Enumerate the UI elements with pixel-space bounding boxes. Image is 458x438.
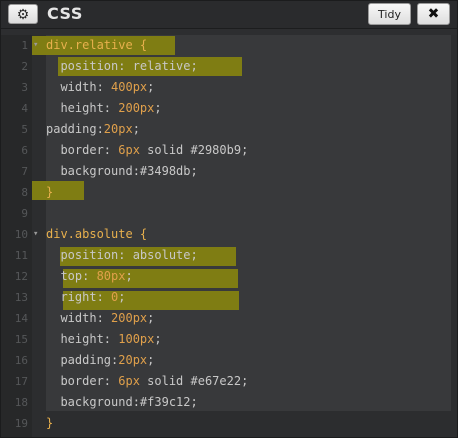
line-number: 15 <box>14 333 28 346</box>
code-text: border: 6px solid #e67e22; <box>46 374 249 388</box>
line-number: 7 <box>21 165 28 178</box>
code-text: width: 400px; <box>46 80 155 94</box>
code-text: } <box>46 416 54 430</box>
code-text: div.relative { <box>46 38 148 52</box>
code-line: 15 height: 100px; <box>1 329 457 350</box>
code-text: height: 200px; <box>46 101 162 115</box>
code-line: 11 position: absolute; <box>1 245 457 266</box>
code-text: width: 200px; <box>46 311 155 325</box>
gear-icon: ⚙ <box>16 6 30 22</box>
line-number: 4 <box>21 102 28 115</box>
code-line: 10 ▾ div.absolute { <box>1 224 457 245</box>
line-number: 14 <box>14 312 28 325</box>
code-text: top: 80px; <box>46 269 133 283</box>
code-editor[interactable]: 1 ▾ div.relative {2 position: relative; 3 w… <box>1 35 457 437</box>
code-line: 12 top: 80px; <box>1 266 457 287</box>
line-number: 9 <box>21 207 28 220</box>
code-text: right: 0; <box>46 290 126 304</box>
code-line: 7 background:#3498db; <box>1 161 457 182</box>
code-line: 19} <box>1 413 457 434</box>
code-text: } <box>46 185 54 199</box>
code-text: div.absolute { <box>46 227 148 241</box>
code-line: 5 padding:20px; <box>1 119 457 140</box>
code-text: padding:20px; <box>46 122 140 136</box>
line-number: 5 <box>21 123 28 136</box>
code-line: 13 right: 0; <box>1 287 457 308</box>
css-editor-panel: ⚙ CSS Tidy ✖ 1 ▾ div.relative { 2 position:… <box>0 0 458 438</box>
code-line: 14 width: 200px; <box>1 308 457 329</box>
line-number: 19 <box>14 417 28 430</box>
line-number: 10 <box>14 228 28 241</box>
settings-button[interactable]: ⚙ <box>8 4 38 24</box>
line-number: 3 <box>21 81 28 94</box>
code-text: padding:20px; <box>46 353 155 367</box>
panel-title: CSS <box>47 4 83 23</box>
code-line: 18 background:#f39c12; <box>1 392 457 413</box>
fold-arrow-icon[interactable]: ▾ <box>33 224 38 245</box>
line-number: 6 <box>21 144 28 157</box>
code-line: 16 padding:20px; <box>1 350 457 371</box>
code-text: background:#f39c12; <box>46 395 198 409</box>
code-line: 2 position: relative; <box>1 56 457 77</box>
code-line: 1 ▾ div.relative { <box>1 35 457 56</box>
code-line: 9 <box>1 203 457 224</box>
code-text: height: 100px; <box>46 332 162 346</box>
line-number: 11 <box>14 249 28 262</box>
line-number: 2 <box>21 60 28 73</box>
close-icon: ✖ <box>427 6 440 22</box>
fold-arrow-icon[interactable]: ▾ <box>33 35 38 56</box>
panel-header: ⚙ CSS Tidy ✖ <box>1 1 457 29</box>
code-line: 8} <box>1 182 457 203</box>
code-line: 3 width: 400px; <box>1 77 457 98</box>
line-number: 1 <box>21 39 28 52</box>
code-text: background:#3498db; <box>46 164 198 178</box>
close-button[interactable]: ✖ <box>417 3 450 25</box>
line-number: 12 <box>14 270 28 283</box>
code-line: 4 height: 200px; <box>1 98 457 119</box>
line-number: 8 <box>21 186 28 199</box>
code-line: 17 border: 6px solid #e67e22; <box>1 371 457 392</box>
code-text: border: 6px solid #2980b9; <box>46 143 249 157</box>
line-number: 13 <box>14 291 28 304</box>
line-number: 18 <box>14 396 28 409</box>
code-text: position: absolute; <box>46 248 198 262</box>
code-line: 6 border: 6px solid #2980b9; <box>1 140 457 161</box>
line-number: 16 <box>14 354 28 367</box>
tidy-button[interactable]: Tidy <box>368 3 411 25</box>
code-text: position: relative; <box>46 59 198 73</box>
line-number: 17 <box>14 375 28 388</box>
